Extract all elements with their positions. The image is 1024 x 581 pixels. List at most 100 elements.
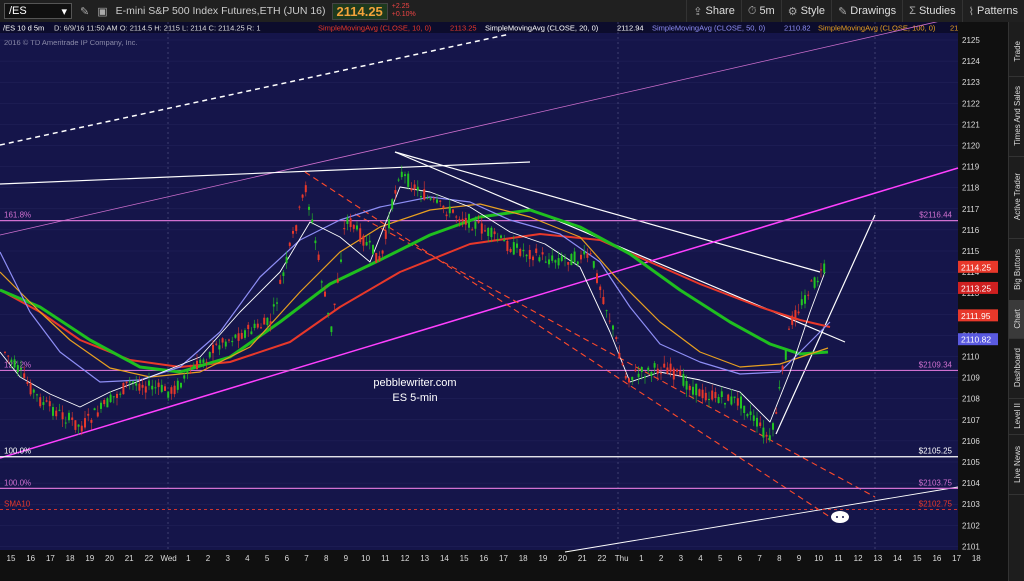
candlestick [650,372,653,376]
candlestick [247,324,250,330]
candlestick [570,253,573,266]
candlestick [212,344,214,354]
candlestick [42,402,45,405]
patterns-button[interactable]: ⌇ Patterns [961,0,1024,22]
x-tick-label: 11 [381,554,390,563]
side-tab-chart[interactable]: Chart [1009,300,1024,339]
y-tick-label: 2122 [962,99,980,108]
candlestick [560,255,563,261]
x-tick-label: 3 [679,554,684,563]
target-marker-dot [836,516,838,518]
side-tab-dashboard[interactable]: Dashboard [1009,338,1024,399]
candlestick [749,411,752,415]
side-tab-trade[interactable]: Trade [1009,26,1024,77]
resistance-line-flat [0,161,531,185]
candlestick [218,345,221,350]
candlestick [224,341,227,347]
study-label: SimpleMovingAvg (CLOSE, 20, 0) [485,24,599,33]
x-tick-label: 14 [440,554,449,563]
candlestick [400,171,403,178]
candlestick [711,390,714,400]
candlestick [631,376,634,381]
candlestick [413,184,416,190]
style-button[interactable]: ⚙ Style [780,0,831,22]
candlestick [765,434,768,437]
x-tick-label: 17 [46,554,55,563]
symbol-selector[interactable]: /ES ▾ [4,3,72,19]
side-tab-live-news[interactable]: Live News [1009,434,1024,495]
y-tick-label: 2110 [962,353,980,362]
x-tick-label: 13 [420,554,429,563]
candlestick [68,412,70,421]
candlestick [330,326,333,333]
candlestick [663,363,666,368]
sma100-line [0,233,831,368]
toolbar-actions: ⇪ Share ⏱ 5m ⚙ Style ✎ Drawings Σ Studies ⌇ Pattern… [686,0,1024,22]
side-tab-times-and-sales[interactable]: Times And Sales [1009,76,1024,157]
candlestick [135,383,138,386]
candlestick [701,389,704,399]
candlestick [608,320,611,322]
candlestick [580,254,582,260]
candlestick [784,350,787,360]
x-tick-label: 16 [479,554,488,563]
candlestick [541,252,544,255]
candlestick [656,368,659,374]
candlestick [628,378,630,383]
price-badge-value: 2111.95 [961,311,991,321]
link-icon[interactable]: ✎ [80,5,89,18]
studies-button[interactable]: Σ Studies [902,0,962,22]
x-tick-label: 7 [757,554,762,563]
fib-level-right-label: $2102.75 [919,499,953,508]
candlestick [554,260,557,263]
candlestick [372,244,374,254]
candlestick [180,382,182,388]
candlestick [61,412,64,420]
ohlc-readout: D: 6/9/16 11:50 AM O: 2114.5 H: 2115 L: … [54,24,261,33]
candlestick [823,263,826,273]
candlestick [340,259,342,262]
fib-level-left-label: 100.0% [4,447,31,456]
side-tab-big-buttons[interactable]: Big Buttons [1009,238,1024,301]
candlestick [509,248,512,252]
fib-level-left-label: 100.0% [4,478,31,487]
drawings-button[interactable]: ✎ Drawings [831,0,902,22]
candlestick [84,418,86,428]
candlestick [452,209,454,213]
candlestick [64,422,67,424]
candlestick [436,199,438,203]
candlestick [506,240,509,251]
side-tab-active-trader[interactable]: Active Trader [1009,156,1024,239]
candlestick [727,394,730,401]
x-tick-label: 1 [186,554,191,563]
rising-trendline [775,214,876,435]
candlestick [365,242,368,246]
fib-level-left-label: 161.8% [4,211,31,220]
y-tick-label: 2116 [962,226,980,235]
candlestick [196,360,198,370]
chart-area[interactable]: /ES 10 d 5m D: 6/9/16 11:50 AM O: 2114.5 … [0,22,1008,581]
x-tick-label: 15 [7,554,16,563]
candlestick [682,374,685,386]
candlestick [96,412,99,417]
y-tick-label: 2120 [962,142,980,151]
candlestick [647,367,650,371]
trendline-down-1 [394,151,821,273]
candlestick [7,355,10,357]
price-chart[interactable]: /ES 10 d 5m D: 6/9/16 11:50 AM O: 2114.5 … [0,22,1008,581]
candlestick [480,223,483,234]
candlestick [820,269,822,271]
share-button[interactable]: ⇪ Share [686,0,741,22]
x-tick-label: 22 [598,554,607,563]
candlestick [397,179,400,181]
candlestick [231,340,234,343]
target-marker-dot [842,516,844,518]
candlestick [813,277,816,288]
candlestick [272,304,275,307]
x-tick-label: 19 [538,554,547,563]
candlestick [244,330,246,338]
5m-button[interactable]: ⏱ 5m [740,0,781,22]
lock-icon[interactable]: ▣ [97,5,107,18]
candlestick [791,315,794,325]
side-tab-level-ii[interactable]: Level II [1009,398,1024,435]
